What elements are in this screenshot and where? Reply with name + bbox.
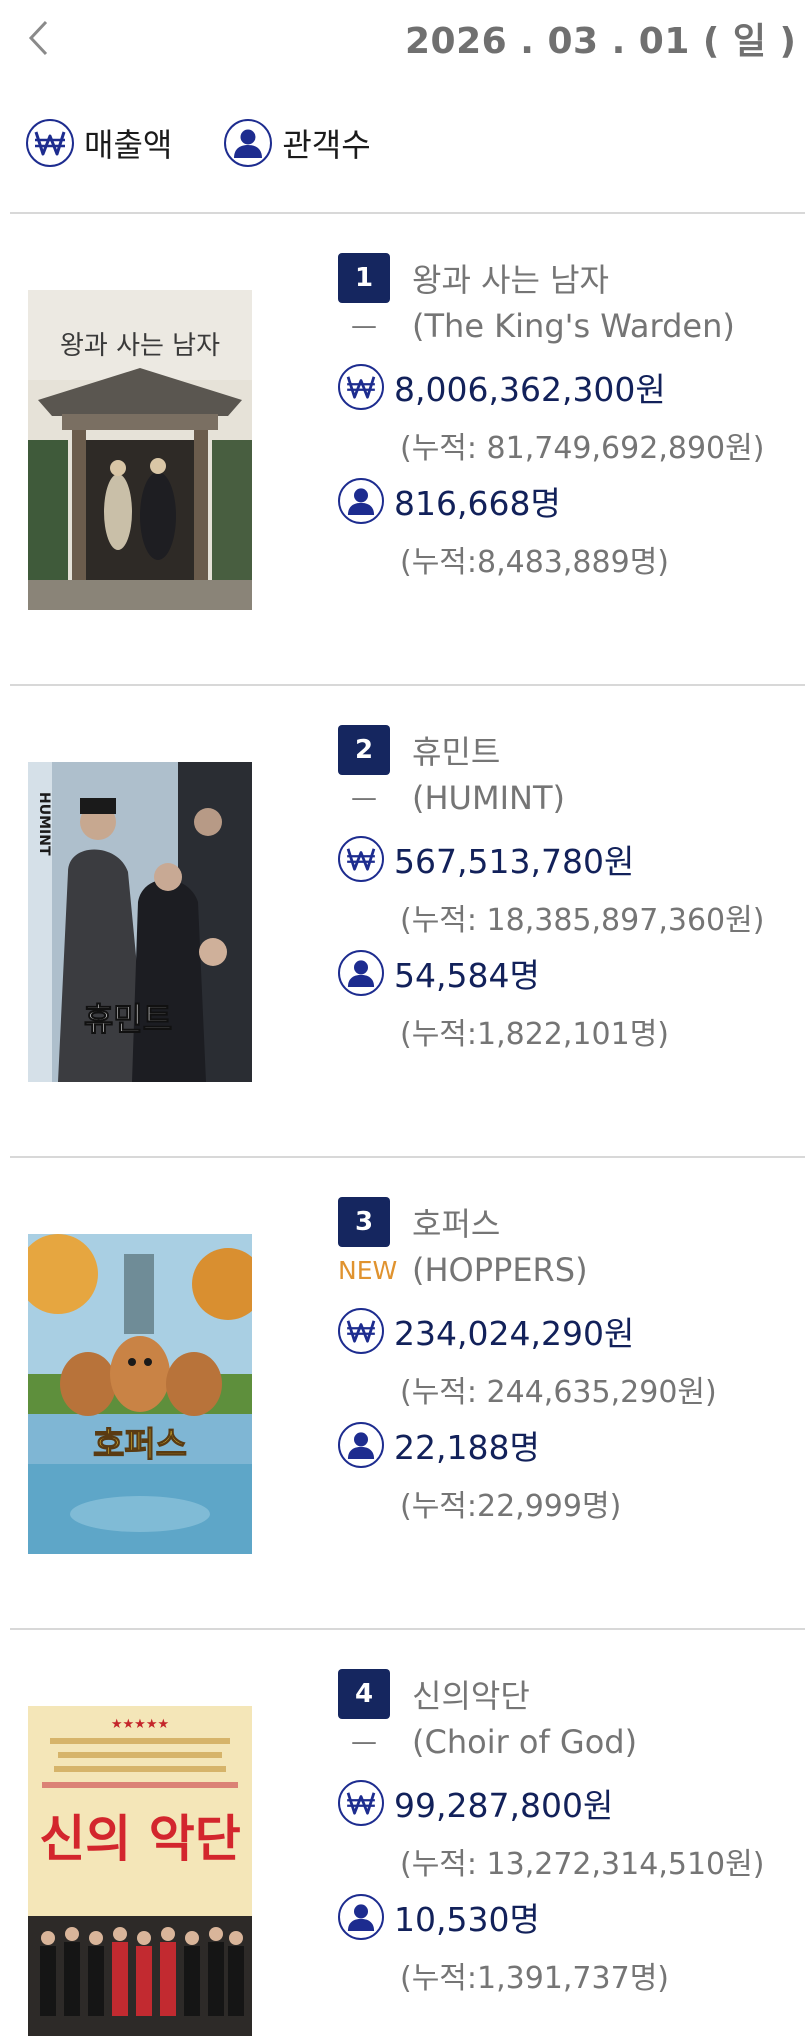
rank-row: 4 신의악단 xyxy=(338,1669,530,1719)
won-icon xyxy=(26,119,74,167)
back-button[interactable] xyxy=(20,14,56,62)
rank-badge: 1 xyxy=(338,253,390,303)
daily-audience: 22,188명 xyxy=(394,1428,540,1467)
change-row: — (The King's Warden) xyxy=(338,307,735,345)
daily-audience: 816,668명 xyxy=(394,484,561,523)
poster-title-text: 휴민트 xyxy=(84,1000,172,1038)
person-icon xyxy=(338,950,384,996)
poster-stars: ★★★★★ xyxy=(111,1717,169,1732)
won-icon xyxy=(338,1780,384,1826)
cumulative-audience: (누적:22,999명) xyxy=(400,1489,622,1524)
poster-title-text: 왕과 사는 남자 xyxy=(60,331,220,361)
poster-side-text: HUMINT xyxy=(36,792,52,856)
cumulative-sales: (누적: 81,749,692,890원) xyxy=(400,431,765,466)
rank-badge: 3 xyxy=(338,1197,390,1247)
movie-title: 신의악단 xyxy=(412,1677,530,1715)
sales-row: 99,287,800원 xyxy=(338,1779,613,1827)
audience-row: 10,530명 xyxy=(338,1893,540,1941)
new-badge: NEW xyxy=(338,1255,398,1285)
movie-item[interactable]: 호퍼스 3 호퍼스 NEW (HOPPERS) 234,024,290원 (누적… xyxy=(0,1157,805,1627)
rank-badge: 2 xyxy=(338,725,390,775)
movie-item[interactable]: ★★★★★ 신의 악단 4 신의악단 — (Choir of God) 99,2… xyxy=(0,1629,805,2036)
movie-poster: 호퍼스 xyxy=(28,1234,252,1554)
cumulative-audience: (누적:1,391,737명) xyxy=(400,1961,669,1996)
daily-sales: 567,513,780원 xyxy=(394,842,635,881)
date-title: 2026 . 03 . 01 ( 일 ) xyxy=(405,21,797,62)
movie-title: 왕과 사는 남자 xyxy=(412,261,609,299)
legend-audience: 관객수 xyxy=(224,119,371,167)
sales-row: 567,513,780원 xyxy=(338,835,634,883)
rank-change: — xyxy=(351,311,377,341)
cumulative-audience: (누적:8,483,889명) xyxy=(400,545,669,580)
won-icon xyxy=(338,364,384,410)
rank-change: — xyxy=(351,1727,377,1757)
person-icon xyxy=(338,1422,384,1468)
movie-english-title: (The King's Warden) xyxy=(412,307,735,345)
cumulative-sales: (누적: 18,385,897,360원) xyxy=(400,903,765,938)
daily-sales: 234,024,290원 xyxy=(394,1314,635,1353)
legend-sales-label: 매출액 xyxy=(84,126,173,164)
daily-audience: 10,530명 xyxy=(394,1900,540,1939)
audience-row: 22,188명 xyxy=(338,1421,540,1469)
rank-badge: 4 xyxy=(338,1669,390,1719)
person-icon xyxy=(338,1894,384,1940)
person-icon xyxy=(224,119,273,167)
change-row: — (Choir of God) xyxy=(338,1723,637,1761)
sales-row: 8,006,362,300원 xyxy=(338,363,666,411)
legend-audience-label: 관객수 xyxy=(282,126,371,164)
cumulative-sales: (누적: 244,635,290원) xyxy=(400,1375,717,1410)
movie-title: 휴민트 xyxy=(412,733,501,771)
daily-sales: 8,006,362,300원 xyxy=(394,370,666,409)
movie-item[interactable]: 왕과 사는 남자 1 왕과 사는 남자 — (The King's Warden… xyxy=(0,213,805,683)
change-row: — (HUMINT) xyxy=(338,779,565,817)
sales-row: 234,024,290원 xyxy=(338,1307,634,1355)
top-bar: 2026 . 03 . 01 ( 일 ) xyxy=(0,0,805,80)
movie-poster: 왕과 사는 남자 xyxy=(28,290,252,610)
movie-poster: ★★★★★ 신의 악단 xyxy=(28,1706,252,2036)
movie-item[interactable]: HUMINT 휴민트 2 휴민트 — (HUMINT) 567,513,780원… xyxy=(0,685,805,1155)
legend: 매출액 관객수 xyxy=(26,116,423,170)
won-icon xyxy=(338,836,384,882)
rank-row: 1 왕과 사는 남자 xyxy=(338,253,609,303)
rank-row: 3 호퍼스 xyxy=(338,1197,500,1247)
audience-row: 54,584명 xyxy=(338,949,540,997)
audience-row: 816,668명 xyxy=(338,477,561,525)
movie-english-title: (HOPPERS) xyxy=(412,1251,588,1289)
movie-poster: HUMINT 휴민트 xyxy=(28,762,252,1082)
poster-title-text: 호퍼스 xyxy=(93,1425,187,1465)
poster-title-text: 신의 악단 xyxy=(39,1810,240,1868)
rank-change: — xyxy=(351,783,377,813)
chevron-left-icon xyxy=(28,20,48,56)
movie-title: 호퍼스 xyxy=(412,1205,501,1243)
rank-row: 2 휴민트 xyxy=(338,725,500,775)
daily-sales: 99,287,800원 xyxy=(394,1786,614,1825)
won-icon xyxy=(338,1308,384,1354)
daily-audience: 54,584명 xyxy=(394,956,540,995)
person-icon xyxy=(338,478,384,524)
movie-english-title: (HUMINT) xyxy=(412,779,565,817)
legend-sales: 매출액 xyxy=(26,119,172,167)
cumulative-sales: (누적: 13,272,314,510원) xyxy=(400,1847,765,1882)
movie-english-title: (Choir of God) xyxy=(412,1723,638,1761)
change-row: NEW (HOPPERS) xyxy=(338,1251,588,1289)
cumulative-audience: (누적:1,822,101명) xyxy=(400,1017,669,1052)
